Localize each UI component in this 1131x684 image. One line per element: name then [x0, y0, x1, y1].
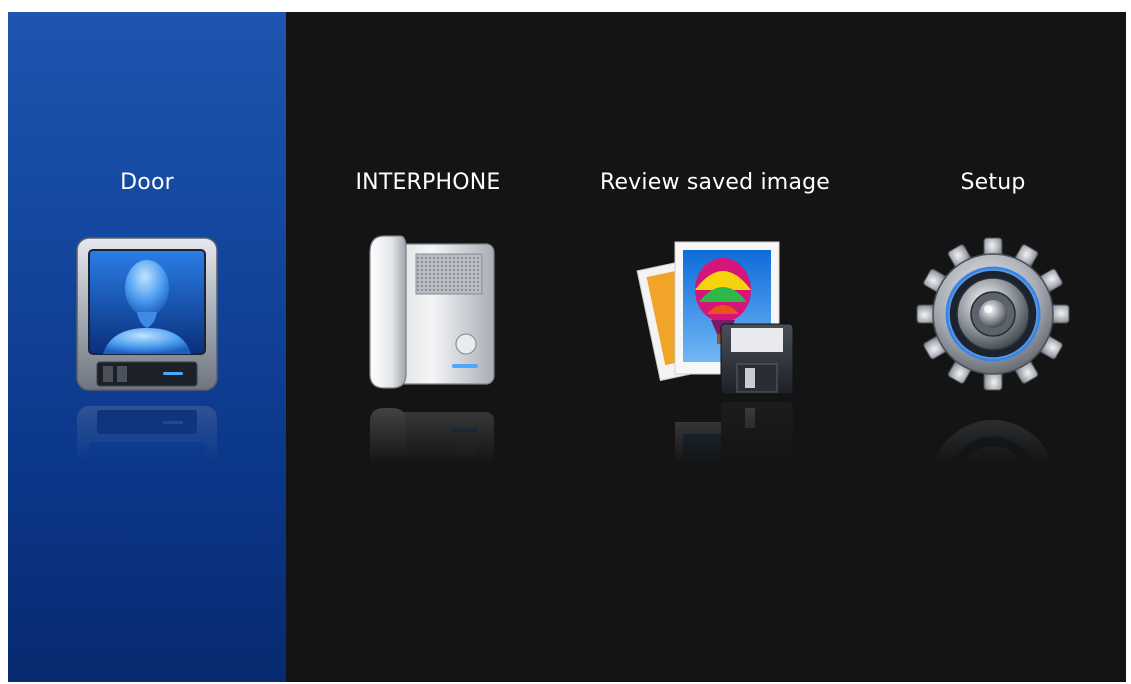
interphone-reflection — [348, 394, 508, 494]
menu-item-interphone[interactable]: INTERPHONE — [286, 12, 570, 682]
saved-image-reflection — [635, 394, 795, 494]
door-monitor-reflection — [67, 394, 227, 494]
gear-icon — [913, 232, 1073, 402]
menu-item-label: Setup — [960, 170, 1026, 195]
interphone-icon — [348, 232, 508, 402]
menu-item-review-saved-image[interactable]: Review saved image — [570, 12, 860, 682]
gear-reflection — [913, 394, 1073, 494]
saved-image-icon — [635, 232, 795, 402]
menu-item-label: INTERPHONE — [355, 170, 501, 195]
intercom-screen: Door INTERPHONE Review saved image Setup — [8, 12, 1126, 682]
menu-item-label: Review saved image — [599, 170, 831, 195]
main-menu: Door INTERPHONE Review saved image Setup — [8, 12, 1126, 682]
menu-item-setup[interactable]: Setup — [860, 12, 1126, 682]
door-monitor-icon — [67, 232, 227, 402]
menu-item-door[interactable]: Door — [8, 12, 286, 682]
menu-item-label: Door — [120, 170, 174, 195]
